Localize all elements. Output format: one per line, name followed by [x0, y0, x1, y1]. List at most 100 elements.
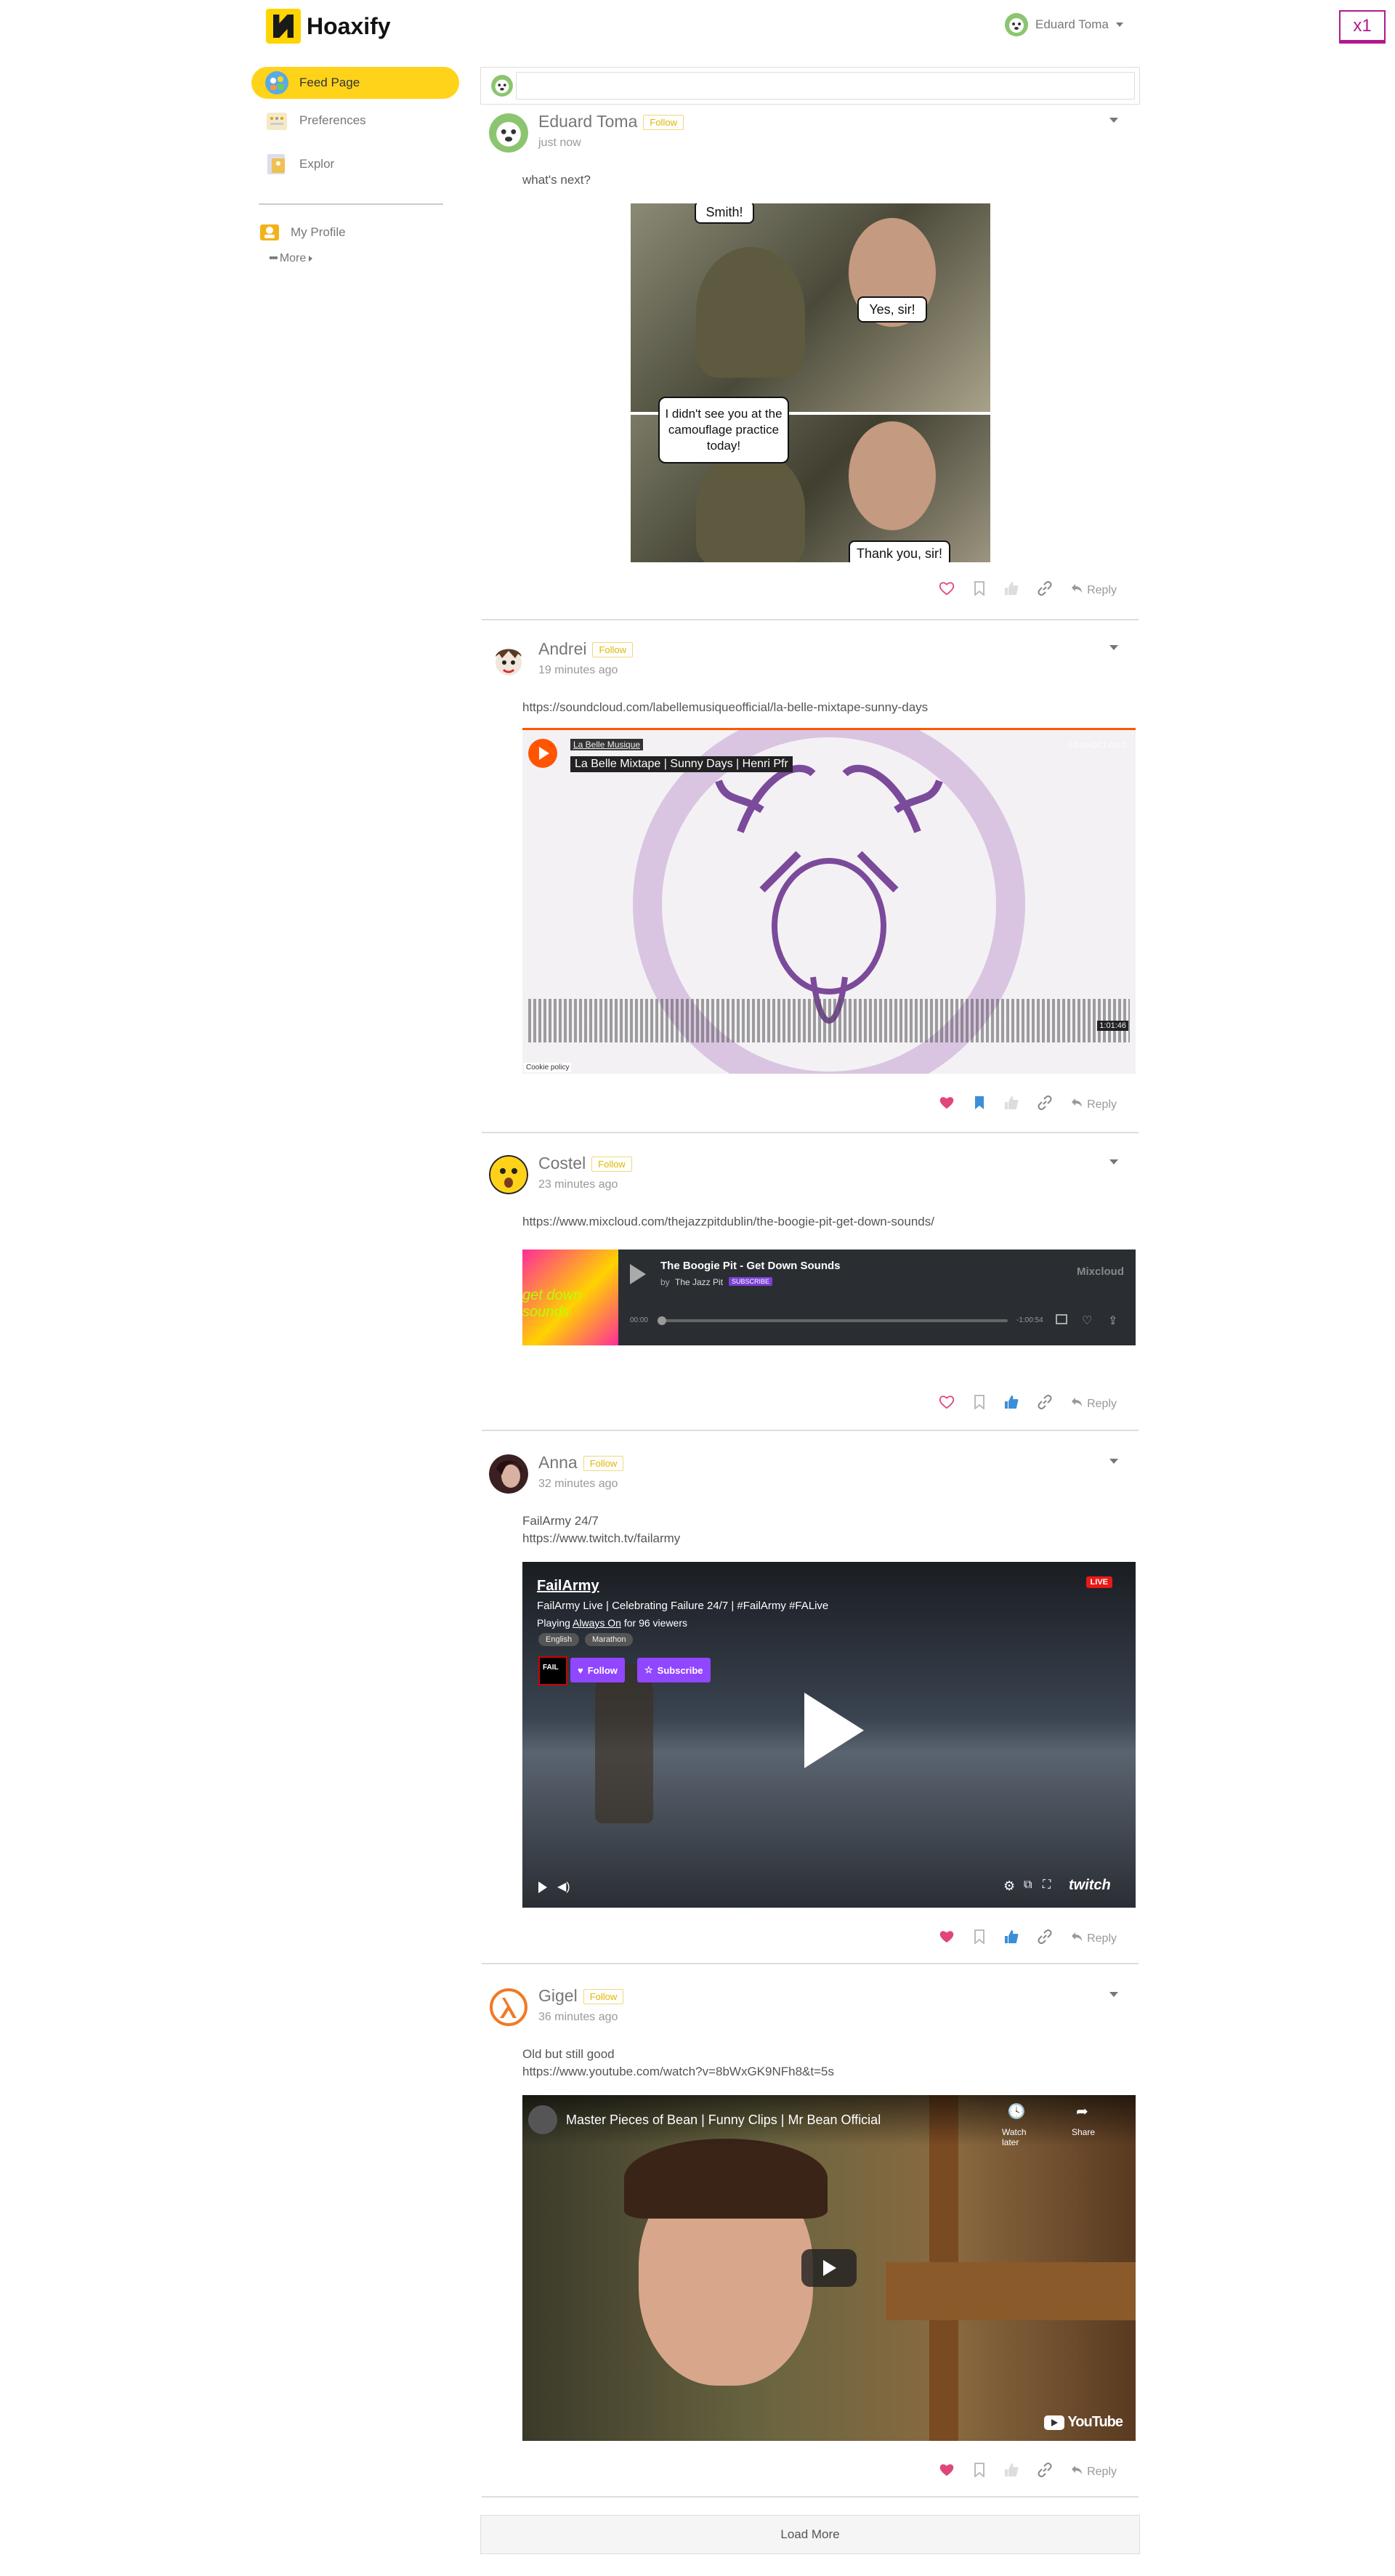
clock-icon[interactable]: 🕓 [1002, 2102, 1031, 2121]
sidebar-item-my-profile[interactable]: My Profile [251, 216, 459, 248]
share-arrow-icon[interactable]: ➦ [1076, 2102, 1088, 2121]
twitch-follow-button[interactable]: ♥ Follow [570, 1658, 625, 1682]
post-options-chevron-icon[interactable] [1109, 1459, 1118, 1464]
watch-later-label[interactable]: Watch later [1002, 2127, 1046, 2147]
meme-image[interactable]: Smith! Yes, sir! I didn't see you at the… [631, 203, 990, 562]
heart-icon[interactable] [939, 1395, 955, 1413]
author-name[interactable]: Eduard Toma [538, 112, 637, 131]
reply-button[interactable]: Reply [1071, 1397, 1117, 1411]
track-title[interactable]: The Boogie Pit - Get Down Sounds [660, 1260, 841, 1272]
author-avatar[interactable] [489, 1988, 528, 2027]
sidebar-item-feed[interactable]: Feed Page [251, 67, 459, 99]
follow-button[interactable]: Follow [592, 642, 634, 658]
play-button[interactable] [801, 2249, 857, 2287]
thumbs-up-filled-icon[interactable] [1004, 1395, 1019, 1413]
author-avatar[interactable] [489, 641, 528, 680]
play-button[interactable] [528, 739, 557, 768]
waveform[interactable] [528, 999, 1130, 1042]
bookmark-icon[interactable] [974, 581, 985, 599]
compose-input[interactable] [516, 72, 1135, 100]
reply-button[interactable]: Reply [1071, 1098, 1117, 1111]
track-artist[interactable]: The Jazz Pit [675, 1277, 723, 1287]
follow-button[interactable]: Follow [583, 1456, 624, 1472]
share-label[interactable]: Share [1072, 2127, 1095, 2137]
author-avatar[interactable] [489, 113, 528, 153]
post-options-chevron-icon[interactable] [1109, 645, 1118, 650]
thumbs-up-filled-icon[interactable] [1004, 1929, 1019, 1948]
reply-button[interactable]: Reply [1071, 2465, 1117, 2479]
thumbs-up-icon[interactable] [1004, 1095, 1019, 1114]
youtube-logo[interactable]: YouTube [1044, 2414, 1123, 2431]
mixcloud-logo[interactable]: Mixcloud [1077, 1265, 1124, 1278]
reply-button[interactable]: Reply [1071, 583, 1117, 597]
queue-icon[interactable] [1056, 1314, 1067, 1324]
post-options-chevron-icon[interactable] [1109, 118, 1118, 123]
bookmark-icon[interactable] [974, 1395, 985, 1413]
bookmark-icon[interactable] [974, 1929, 985, 1948]
bookmark-filled-icon[interactable] [974, 1095, 985, 1114]
play-icon[interactable] [630, 1264, 646, 1284]
progress-handle[interactable] [658, 1316, 666, 1325]
twitch-subscribe-button[interactable]: ☆ Subscribe [637, 1658, 711, 1682]
thumbs-up-icon[interactable] [1004, 581, 1019, 599]
app-logo[interactable]: Hoaxify [266, 9, 391, 44]
link-icon[interactable] [1038, 1095, 1052, 1114]
play-icon[interactable] [804, 1693, 864, 1768]
progress-track[interactable] [658, 1316, 1008, 1325]
heart-filled-icon[interactable] [939, 2463, 955, 2481]
youtube-embed[interactable]: Master Pieces of Bean | Funny Clips | Mr… [522, 2095, 1136, 2441]
author-name[interactable]: Gigel [538, 1986, 578, 2005]
link-icon[interactable] [1038, 1394, 1052, 1413]
sidebar-item-preferences[interactable]: Preferences [251, 105, 459, 137]
zoom-badge[interactable]: x1 [1339, 10, 1386, 44]
author-name[interactable]: Anna [538, 1453, 578, 1472]
follow-button[interactable]: Follow [583, 1989, 624, 2005]
tag-pill[interactable]: Marathon [585, 1633, 634, 1646]
post-options-chevron-icon[interactable] [1109, 1159, 1118, 1165]
volume-icon[interactable]: ◀) [557, 1879, 570, 1894]
track-artist[interactable]: La Belle Musique [570, 739, 644, 750]
tag-pill[interactable]: English [538, 1633, 580, 1646]
post-options-chevron-icon[interactable] [1109, 1992, 1118, 1997]
thumbs-up-icon[interactable] [1004, 2463, 1019, 2481]
bookmark-icon[interactable] [974, 2463, 985, 2481]
twitch-embed[interactable]: FailArmy FailArmy Live | Celebrating Fai… [522, 1562, 1136, 1908]
heart-filled-icon[interactable] [939, 1095, 955, 1114]
game-link[interactable]: Always On [573, 1617, 621, 1629]
post-link[interactable]: https://soundcloud.com/labellemusiqueoff… [522, 699, 928, 716]
settings-gear-icon[interactable]: ⚙ [1003, 1879, 1015, 1894]
soundcloud-logo[interactable]: SOUNDCLOUD [1068, 742, 1127, 750]
follow-button[interactable]: Follow [643, 115, 684, 131]
heart-filled-icon[interactable] [939, 1929, 955, 1948]
sidebar-item-more[interactable]: ••• More [251, 248, 459, 269]
play-small-icon[interactable] [538, 1882, 547, 1893]
heart-outline-icon[interactable]: ♡ [1082, 1313, 1092, 1328]
share-icon[interactable]: ⇪ [1108, 1313, 1117, 1328]
heart-icon[interactable] [939, 581, 955, 599]
twitch-logo[interactable]: twitch [1069, 1877, 1111, 1894]
reply-button[interactable]: Reply [1071, 1932, 1117, 1945]
channel-name[interactable]: FailArmy [537, 1578, 599, 1595]
mixcloud-embed[interactable]: get down sounds The Boogie Pit - Get Dow… [522, 1249, 1136, 1345]
link-icon[interactable] [1038, 580, 1052, 599]
track-title[interactable]: La Belle Mixtape | Sunny Days | Henri Pf… [570, 756, 793, 772]
video-title[interactable]: Master Pieces of Bean | Funny Clips | Mr… [566, 2113, 881, 2128]
user-menu[interactable]: Eduard Toma [1005, 13, 1123, 36]
fullscreen-icon[interactable]: ⛶ [1043, 1879, 1051, 1892]
sidebar-item-explore[interactable]: Explor [251, 148, 459, 180]
author-avatar[interactable] [489, 1155, 528, 1194]
soundcloud-embed[interactable]: La Belle Musique La Belle Mixtape | Sunn… [522, 728, 1136, 1074]
cookie-policy-link[interactable]: Cookie policy [524, 1063, 572, 1072]
link-icon[interactable] [1038, 1929, 1052, 1948]
channel-avatar[interactable] [528, 2105, 557, 2134]
post-link[interactable]: https://www.mixcloud.com/thejazzpitdubli… [522, 1213, 934, 1231]
author-name[interactable]: Costel [538, 1154, 586, 1172]
channel-avatar[interactable]: FAIL [538, 1656, 567, 1685]
author-avatar[interactable] [489, 1454, 528, 1494]
load-more-button[interactable]: Load More [480, 2515, 1140, 2554]
follow-button[interactable]: Follow [591, 1157, 632, 1172]
popout-icon[interactable]: ⧉ [1024, 1879, 1032, 1892]
post-link[interactable]: https://www.twitch.tv/failarmy [522, 1530, 680, 1547]
link-icon[interactable] [1038, 2462, 1052, 2481]
subscribe-badge[interactable]: SUBSCRIBE [729, 1277, 773, 1286]
